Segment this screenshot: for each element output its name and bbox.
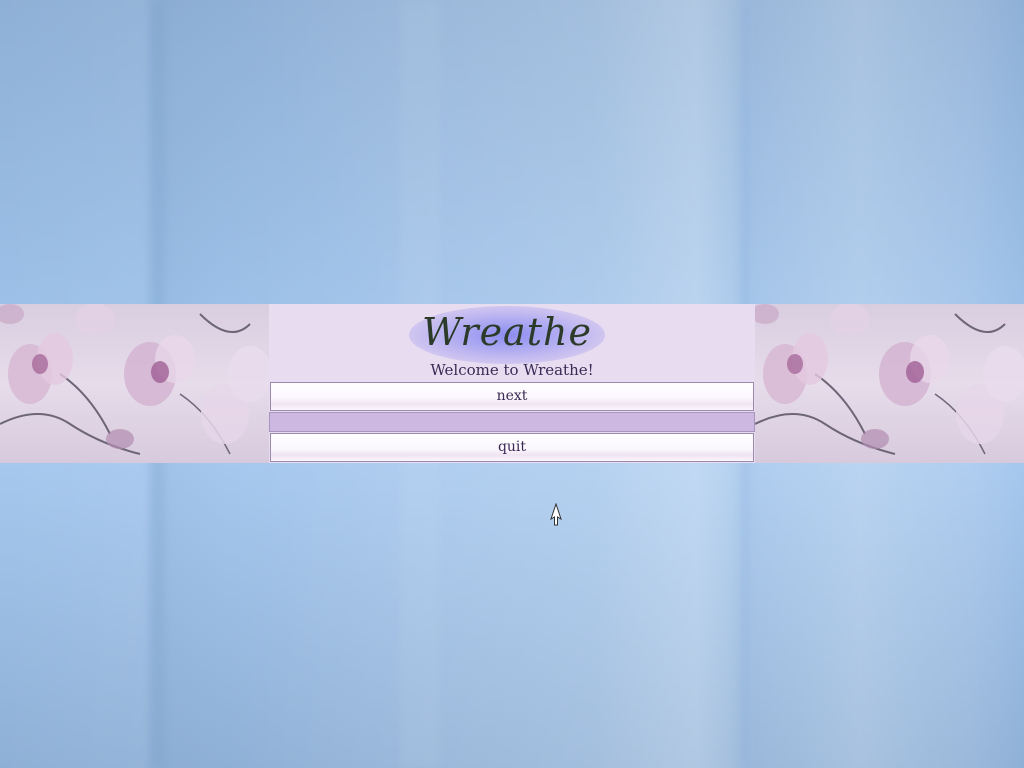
welcome-message: Welcome to Wreathe! (430, 361, 594, 379)
main-menu-panel: Wreathe Welcome to Wreathe! next quit (269, 304, 755, 463)
orchid-flowers-icon (0, 304, 269, 455)
orchid-flowers-icon (755, 304, 1024, 455)
title-banner: Wreathe Welcome to Wreathe! next quit (0, 304, 1024, 463)
next-button[interactable]: next (270, 382, 754, 411)
menu-separator (269, 412, 755, 432)
wreathe-logo: Wreathe (409, 306, 605, 364)
mouse-pointer-icon (549, 502, 563, 527)
orchid-decoration-right (755, 304, 1024, 463)
quit-button[interactable]: quit (270, 433, 754, 462)
orchid-decoration-left (0, 304, 269, 463)
logo-text: Wreathe (422, 310, 592, 354)
